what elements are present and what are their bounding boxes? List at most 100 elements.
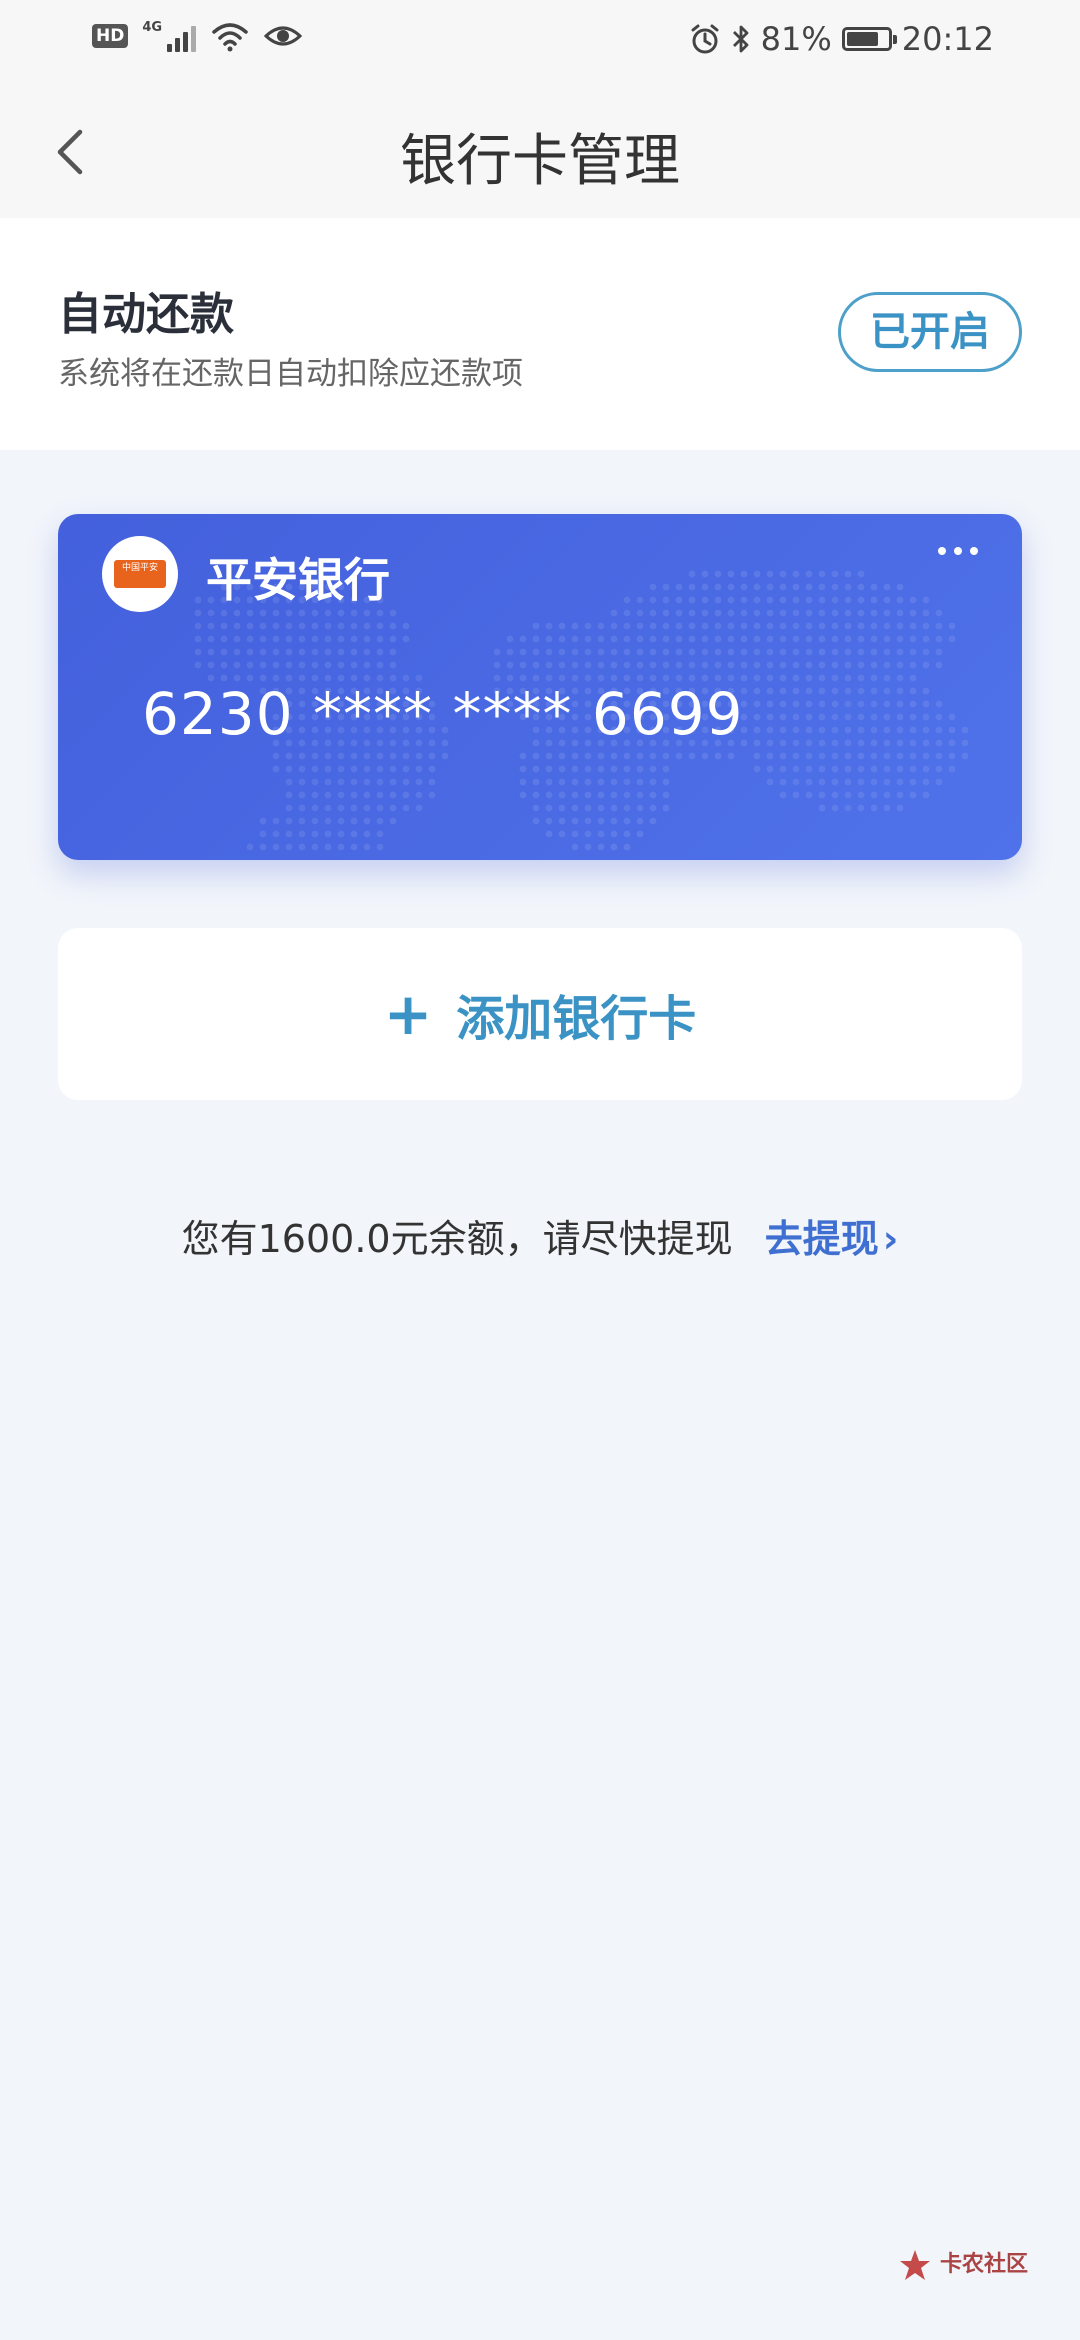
map-dot [363,648,371,656]
map-dot [363,791,371,799]
map-dot [688,622,696,630]
map-dot [376,830,384,838]
map-dot [649,791,657,799]
map-dot [779,765,787,773]
map-dot [922,700,930,708]
map-dot [883,700,891,708]
map-dot [935,609,943,617]
map-dot [805,778,813,786]
map-dot [714,596,722,604]
map-dot [909,765,917,773]
map-dot [922,596,930,604]
map-dot [831,609,839,617]
map-dot [545,622,553,630]
map-dot [623,635,631,643]
map-dot [883,739,891,747]
map-dot [532,765,540,773]
map-dot [298,843,306,851]
map-dot [779,661,787,669]
map-dot [610,804,618,812]
autopay-toggle-button[interactable]: 已开启 [838,292,1022,372]
map-dot [805,635,813,643]
map-dot [623,804,631,812]
add-bank-card-button[interactable]: + 添加银行卡 [58,928,1022,1100]
map-dot [688,596,696,604]
map-dot [818,713,826,721]
map-dot [259,843,267,851]
map-dot [844,596,852,604]
map-dot [922,726,930,734]
map-dot [935,739,943,747]
map-dot [727,596,735,604]
map-dot [376,804,384,812]
map-dot [701,596,709,604]
map-dot [428,752,436,760]
map-dot [207,622,215,630]
map-dot [766,726,774,734]
map-dot [272,817,280,825]
map-dot [909,661,917,669]
map-dot [922,713,930,721]
map-dot [649,583,657,591]
map-dot [870,804,878,812]
map-dot [584,635,592,643]
bank-card[interactable]: 中国平安 平安银行 6230 **** **** 6699 [58,514,1022,860]
community-logo-icon [900,2250,930,2280]
map-dot [207,609,215,617]
map-dot [636,752,644,760]
map-dot [935,700,943,708]
map-dot [285,791,293,799]
map-dot [558,622,566,630]
map-dot [779,583,787,591]
map-dot [883,752,891,760]
map-dot [389,765,397,773]
map-dot [727,570,735,578]
map-dot [766,635,774,643]
map-dot [961,752,969,760]
map-dot [779,622,787,630]
map-dot [519,778,527,786]
map-dot [519,752,527,760]
map-dot [766,622,774,630]
map-dot [935,622,943,630]
clock: 20:12 [901,20,994,58]
map-dot [870,648,878,656]
more-options-icon[interactable] [928,536,988,566]
map-dot [402,778,410,786]
map-dot [805,752,813,760]
map-dot [896,687,904,695]
map-dot [792,674,800,682]
map-dot [623,622,631,630]
map-dot [818,596,826,604]
map-dot [857,726,865,734]
map-dot [870,583,878,591]
map-dot [311,752,319,760]
map-dot [831,804,839,812]
map-dot [259,661,267,669]
map-dot [324,622,332,630]
map-dot [519,648,527,656]
map-dot [584,830,592,838]
map-dot [714,635,722,643]
map-dot [922,661,930,669]
map-dot [883,804,891,812]
map-dot [857,739,865,747]
map-dot [740,609,748,617]
map-dot [220,648,228,656]
map-dot [805,674,813,682]
map-dot [870,635,878,643]
map-dot [246,622,254,630]
map-dot [844,583,852,591]
map-dot [597,804,605,812]
map-dot [870,596,878,604]
map-dot [831,687,839,695]
map-dot [922,765,930,773]
map-dot [350,843,358,851]
map-dot [792,752,800,760]
withdraw-link[interactable]: 去提现 › [765,1217,899,1261]
map-dot [558,778,566,786]
map-dot [883,609,891,617]
map-dot [324,661,332,669]
map-dot [844,804,852,812]
map-dot [376,648,384,656]
